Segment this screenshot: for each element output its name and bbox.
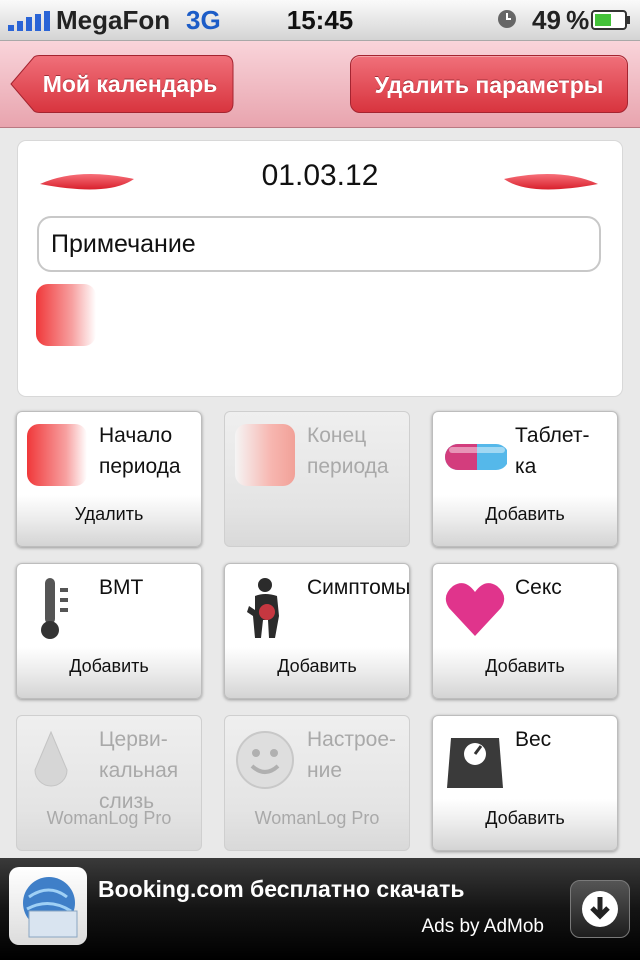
tile-period-end: Конец периода bbox=[224, 411, 410, 547]
period-color-swatch bbox=[36, 284, 96, 346]
period-start-icon bbox=[27, 424, 91, 488]
tile-title: Начало периода bbox=[99, 424, 181, 478]
tile-title: Конец периода bbox=[307, 424, 389, 478]
tile-action: Добавить bbox=[485, 504, 565, 524]
tile-cervical-mucus: Церви- кальная слизь WomanLog Pro bbox=[16, 715, 202, 851]
scale-icon bbox=[447, 738, 503, 788]
tile-title: Таблет- ка bbox=[515, 424, 590, 478]
tile-title: Симптомы bbox=[307, 576, 411, 599]
smiley-icon bbox=[236, 731, 294, 789]
thermometer-icon bbox=[41, 578, 68, 639]
tile-action: WomanLog Pro bbox=[46, 808, 172, 828]
tile-action: Добавить bbox=[277, 656, 357, 676]
alarm-clock-icon bbox=[498, 10, 516, 28]
delete-parameters-button[interactable]: Удалить параметры bbox=[350, 55, 628, 113]
tile-title: Церви- кальная слизь bbox=[99, 728, 179, 813]
battery-percent: 49 % bbox=[532, 5, 590, 35]
tile-action: WomanLog Pro bbox=[254, 808, 380, 828]
tile-weight[interactable]: Вес Добавить bbox=[432, 715, 618, 851]
pill-icon bbox=[445, 444, 507, 470]
droplet-icon bbox=[34, 730, 68, 787]
tile-title: Вес bbox=[515, 728, 552, 751]
tile-period-start[interactable]: Начало периода Удалить bbox=[16, 411, 202, 547]
tile-bbt[interactable]: BMT Добавить bbox=[16, 563, 202, 699]
next-date-arrow-icon[interactable] bbox=[502, 171, 600, 197]
tile-action: Удалить bbox=[74, 504, 144, 524]
note-field[interactable]: Примечание bbox=[37, 216, 601, 272]
download-button[interactable] bbox=[570, 880, 630, 938]
tile-title: BMT bbox=[99, 576, 144, 599]
globe-icon bbox=[23, 877, 78, 938]
back-button-label: Мой календарь bbox=[42, 71, 218, 97]
ad-headline: Booking.com бесплатно скачать bbox=[98, 876, 465, 902]
heart-icon bbox=[445, 583, 505, 636]
navigation-bar: Мой календарь Удалить параметры bbox=[0, 41, 640, 128]
status-bar: MegaFon 3G 15:45 49 % bbox=[0, 0, 640, 41]
tile-action: Добавить bbox=[69, 656, 149, 676]
ad-byline: Ads by AdMob bbox=[421, 916, 544, 937]
tile-title: Секс bbox=[515, 576, 562, 599]
date-card: 01.03.12 Примечание bbox=[18, 141, 622, 396]
body-symptoms-icon bbox=[247, 578, 279, 638]
tile-pill[interactable]: Таблет- ка Добавить bbox=[432, 411, 618, 547]
tile-action: Добавить bbox=[485, 656, 565, 676]
period-end-icon bbox=[235, 424, 299, 488]
ad-banner[interactable]: Booking.com бесплатно скачать Ads by AdM… bbox=[0, 858, 640, 960]
tile-mood: Настрое- ние WomanLog Pro bbox=[224, 715, 410, 851]
back-button[interactable]: Мой календарь bbox=[10, 55, 234, 113]
tile-action: Добавить bbox=[485, 808, 565, 828]
tile-sex[interactable]: Секс Добавить bbox=[432, 563, 618, 699]
tile-symptoms[interactable]: Симптомы Добавить bbox=[224, 563, 410, 699]
tile-title: Настрое- ние bbox=[307, 728, 396, 782]
battery-icon bbox=[591, 10, 630, 30]
ad-app-logo bbox=[9, 867, 87, 945]
download-icon bbox=[582, 891, 618, 927]
